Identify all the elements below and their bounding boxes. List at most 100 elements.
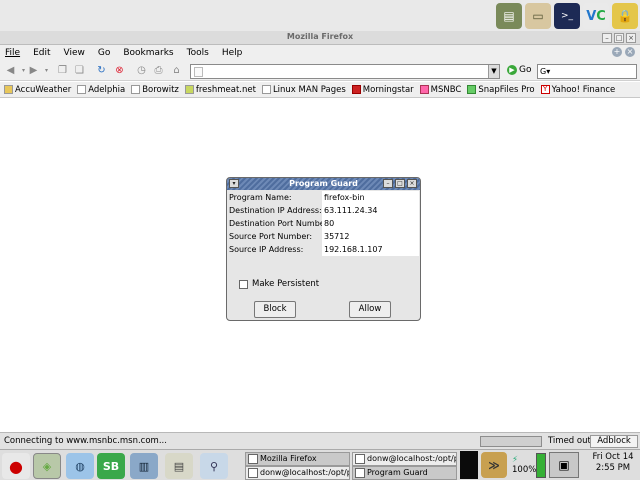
menu-file[interactable]: File <box>5 48 20 58</box>
morningstar-icon <box>351 85 361 94</box>
detail-label: Source IP Address: <box>229 245 304 254</box>
clock[interactable]: Fri Oct 14 2:55 PM <box>588 452 638 474</box>
menubar: File Edit View Go Bookmarks Tools Help +… <box>0 45 640 61</box>
bookmark-item[interactable]: Borowitz <box>131 85 179 95</box>
menu-help[interactable]: Help <box>222 48 243 58</box>
dialog-minimize-button[interactable]: – <box>383 179 393 188</box>
bookmark-item[interactable]: Y Yahoo! Finance <box>540 84 616 95</box>
battery-plug-icon: ⚡ <box>512 455 518 465</box>
task-program-guard[interactable]: Program Guard <box>352 466 457 480</box>
web-browser-icon[interactable]: ◍ <box>66 453 94 479</box>
redhat-menu-icon[interactable]: ● <box>2 453 30 479</box>
search-box[interactable]: G▾ <box>537 64 637 79</box>
detail-label: Destination IP Address: <box>229 206 322 215</box>
print-icon[interactable]: ⎙ <box>152 64 165 77</box>
home-icon[interactable]: ⌂ <box>170 64 183 77</box>
menu-bookmarks[interactable]: Bookmarks <box>123 48 173 58</box>
bookmark-item[interactable]: Adelphia <box>77 85 125 95</box>
allow-button[interactable]: Allow <box>349 301 391 318</box>
stop-icon[interactable]: ⊗ <box>113 64 126 77</box>
dialog-task-icon <box>355 468 365 478</box>
bookmark-item[interactable]: Morningstar <box>351 85 414 95</box>
bookmark-label: Yahoo! Finance <box>551 84 616 95</box>
go-button[interactable]: ▶ Go <box>507 65 531 75</box>
bookmark-item[interactable]: freshmeat.net <box>184 85 256 95</box>
bookmark-label: SnapFiles Pro <box>478 84 535 95</box>
url-bar[interactable]: ▼ <box>190 64 500 79</box>
connection-details: Program Name: firefox-bin Destination IP… <box>228 191 420 256</box>
bookmark-item[interactable]: AccuWeather <box>4 85 71 95</box>
file-manager-icon[interactable]: ◈ <box>33 453 61 479</box>
battery-indicator: ⚡ 100% <box>512 455 536 475</box>
task-terminal-1[interactable]: donw@localhost:/opt/pgu <box>352 452 457 466</box>
make-persistent-checkbox[interactable] <box>239 279 248 289</box>
block-button[interactable]: Block <box>254 301 296 318</box>
battery-percent: 100% <box>512 465 537 475</box>
dialog-close-button[interactable]: × <box>407 179 417 188</box>
menu-go[interactable]: Go <box>98 48 110 58</box>
minimize-button[interactable]: – <box>602 33 612 43</box>
bookmark-label: Adelphia <box>88 84 126 95</box>
close-tab-icon[interactable]: × <box>625 47 635 57</box>
dialog-titlebar[interactable]: ▾ Program Guard – □ × <box>227 178 420 190</box>
back-arrow-icon[interactable]: ◀ <box>4 64 17 77</box>
copy-icon[interactable]: ❐ <box>56 64 69 77</box>
url-history-dropdown-icon[interactable]: ▼ <box>488 65 499 78</box>
history-icon[interactable]: ◷ <box>135 64 148 77</box>
task-label: donw@localhost:/opt/pgu <box>260 468 349 477</box>
detail-row-program-name: Program Name: firefox-bin <box>228 191 420 204</box>
snapfiles-icon <box>467 85 477 94</box>
terminal-task-icon <box>248 468 258 478</box>
menu-edit[interactable]: Edit <box>33 48 50 58</box>
printer-icon[interactable]: ▤ <box>496 3 522 29</box>
forward-dropdown-icon[interactable]: ▾ <box>40 64 53 77</box>
firefox-titlebar: Mozilla Firefox – □ × <box>0 31 640 45</box>
sb-app-icon[interactable]: SB <box>97 453 125 479</box>
printer-launcher-icon[interactable]: ▤ <box>165 453 193 479</box>
bookmark-item[interactable]: MSNBC <box>419 85 461 95</box>
detail-label: Source Port Number: <box>229 232 313 241</box>
detail-row-destination-port: Destination Port Number: 80 <box>228 217 420 230</box>
menu-tools[interactable]: Tools <box>187 48 209 58</box>
bookmarks-toolbar: AccuWeather Adelphia Borowitz freshmeat.… <box>0 82 640 98</box>
detail-value: 35712 <box>322 230 419 243</box>
window-title: Mozilla Firefox <box>286 32 354 41</box>
page-favicon-icon <box>194 67 203 77</box>
terminal-icon[interactable]: >_ <box>554 3 580 29</box>
vnc-icon[interactable]: VC <box>583 3 609 29</box>
firefox-task-icon <box>248 454 258 464</box>
reload-icon[interactable]: ↻ <box>95 64 108 77</box>
search-tool-icon[interactable]: ⚲ <box>200 453 228 479</box>
menu-view[interactable]: View <box>64 48 85 58</box>
network-monitor-icon[interactable]: ▣ <box>549 452 579 478</box>
show-desktop-icon[interactable]: ≫ <box>481 452 507 478</box>
lock-icon[interactable]: 🔒 <box>612 3 638 29</box>
bookmark-item[interactable]: Linux MAN Pages <box>261 85 346 95</box>
dialog-maximize-button[interactable]: □ <box>395 179 405 188</box>
bookmark-item[interactable]: SnapFiles Pro <box>467 84 535 95</box>
detail-label: Destination Port Number: <box>229 219 331 228</box>
book-icon[interactable]: ▥ <box>130 453 158 479</box>
adblock-button[interactable]: Adblock <box>590 435 638 448</box>
progress-bar <box>480 436 542 447</box>
search-engine-icon[interactable]: G▾ <box>540 67 550 76</box>
task-mozilla-firefox[interactable]: Mozilla Firefox <box>245 452 350 466</box>
new-tab-icon[interactable]: + <box>612 47 622 57</box>
make-persistent-option[interactable]: Make Persistent <box>239 279 319 289</box>
bookmark-folder-icon <box>4 85 13 94</box>
battery-level-icon <box>536 453 546 478</box>
notes-icon[interactable]: ▭ <box>525 3 551 29</box>
maximize-button[interactable]: □ <box>614 33 624 43</box>
workspace-pager[interactable] <box>460 451 478 479</box>
url-input[interactable] <box>205 66 485 78</box>
paste-icon[interactable]: ❏ <box>73 64 86 77</box>
detail-row-destination-ip: Destination IP Address: 63.111.24.34 <box>228 204 420 217</box>
clock-date: Fri Oct 14 <box>592 452 634 462</box>
close-button[interactable]: × <box>626 33 636 43</box>
forward-arrow-icon[interactable]: ▶ <box>27 64 40 77</box>
bookmark-label: AccuWeather <box>15 84 72 95</box>
timed-out-label: Timed out <box>548 436 591 446</box>
task-terminal-2[interactable]: donw@localhost:/opt/pgu <box>245 466 350 480</box>
task-label: donw@localhost:/opt/pgu <box>367 454 456 463</box>
program-guard-dialog: ▾ Program Guard – □ × Program Name: fire… <box>226 177 421 321</box>
